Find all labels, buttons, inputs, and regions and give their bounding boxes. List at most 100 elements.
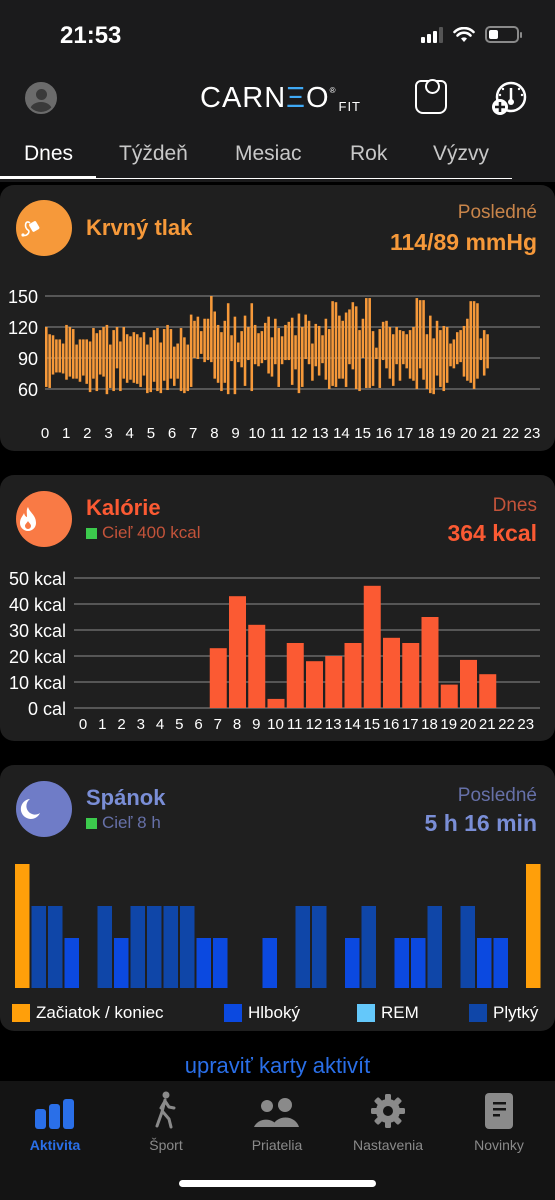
bp-reading-bar [105, 324, 109, 395]
bp-reading-bar [51, 335, 55, 375]
bp-reading-bar [280, 336, 284, 365]
bp-reading-bar [169, 329, 173, 379]
bp-reading-bar [466, 318, 469, 381]
calories-card[interactable]: Kalórie Cieľ 400 kcal Dnes 364 kcal 50 k… [0, 475, 555, 741]
bp-reading-bar [432, 338, 435, 395]
bp-reading-bar [348, 309, 351, 365]
gear-icon [338, 1091, 438, 1129]
tabbar-priatelia[interactable]: Priatelia [227, 1091, 327, 1153]
calories-x-tick: 17 [402, 716, 419, 733]
bp-reading-bar [365, 298, 368, 388]
bp-x-tick: 9 [231, 425, 239, 442]
legend-label: Hlboký [248, 1003, 300, 1022]
tab-vyzvy[interactable]: Výzvy [433, 142, 489, 166]
bp-reading-bar [71, 329, 75, 379]
tabbar-nastavenia[interactable]: Nastavenia [338, 1091, 438, 1153]
bp-reading-bar [408, 330, 412, 379]
bp-x-tick: 13 [312, 425, 329, 442]
bp-reading-bar [334, 302, 338, 387]
sleep-stage-bar-light [130, 906, 145, 988]
calories-bar [325, 656, 343, 708]
bp-reading-bar [240, 331, 243, 368]
bp-reading-bar [109, 344, 112, 388]
bp-reading-bar [149, 337, 152, 393]
calories-x-tick: 16 [383, 716, 400, 733]
bp-reading-bar [418, 300, 422, 369]
bp-x-tick: 10 [248, 425, 265, 442]
tabbar-sport[interactable]: Šport [116, 1091, 216, 1153]
sleep-stage-bar-deep [196, 938, 211, 988]
bp-reading-bar [425, 334, 429, 389]
bp-x-tick: 22 [502, 425, 519, 442]
bp-reading-bar [183, 337, 186, 394]
bp-reading-bar [257, 333, 260, 367]
friends-icon [227, 1091, 327, 1129]
bp-reading-bar [156, 328, 159, 392]
calories-y-tick: 10 kcal [9, 673, 66, 693]
bp-reading-bar [48, 334, 51, 388]
tabbar-label: Šport [149, 1137, 183, 1153]
bp-reading-bar [486, 334, 489, 369]
bp-reading-bar [439, 330, 442, 387]
calories-x-tick: 0 [79, 716, 87, 733]
calories-bar [479, 674, 497, 708]
legend-rem: REM [357, 1003, 419, 1023]
bp-reading-bar [196, 316, 200, 360]
calories-y-tick: 40 kcal [9, 595, 66, 615]
edit-activity-cards-link[interactable]: upraviť karty aktivít [0, 1053, 555, 1079]
sleep-card[interactable]: Spánok Cieľ 8 h Posledné 5 h 16 min Zači… [0, 765, 555, 1031]
bp-reading-bar [68, 327, 72, 377]
logo-text: CARN [200, 82, 287, 114]
calories-y-tick: 0 cal [28, 699, 66, 719]
bp-reading-bar [297, 313, 301, 394]
sleep-stage-bar-light [147, 906, 162, 988]
bp-x-tick: 0 [41, 425, 49, 442]
add-measurement-gauge-icon[interactable] [491, 80, 527, 116]
bp-reading-bar [294, 335, 297, 370]
bp-reading-bar [220, 332, 223, 392]
sleep-stage-bar-deep [394, 938, 409, 988]
calories-bar [286, 643, 304, 708]
tab-dnes[interactable]: Dnes [24, 142, 73, 166]
sleep-stage-bar-deep [411, 938, 426, 988]
calories-bar [344, 643, 362, 708]
body-scale-icon[interactable] [415, 79, 447, 114]
bp-reading-bar [351, 302, 355, 370]
bp-reading-bar [173, 346, 176, 386]
sleep-stage-bar-deep [477, 938, 492, 988]
profile-avatar-button[interactable] [25, 82, 57, 114]
tabbar-aktivita[interactable]: Aktivita [5, 1091, 105, 1153]
bp-reading-bar [476, 303, 479, 379]
sleep-stage-bar-light [427, 906, 442, 988]
carneo-fit-logo: CARNΞO®FIT [200, 82, 361, 115]
calories-bar [383, 637, 400, 708]
bp-reading-bar [321, 335, 324, 364]
blood-pressure-card[interactable]: Krvný tlak Posledné 114/89 mmHg 150 120 90… [0, 185, 555, 451]
calories-x-tick: 12 [306, 716, 323, 733]
bp-reading-bar [462, 325, 466, 377]
tab-rok[interactable]: Rok [350, 142, 387, 166]
bp-reading-bar [206, 318, 210, 361]
bp-reading-bar [199, 331, 203, 354]
legend-swatch [12, 1004, 30, 1022]
bp-x-tick: 1 [62, 425, 70, 442]
bp-reading-bar [146, 344, 149, 394]
bp-x-tick: 23 [524, 425, 541, 442]
sleep-stage-bar-light [48, 906, 63, 988]
tabbar-novinky[interactable]: Novinky [449, 1091, 549, 1153]
wifi-icon [453, 26, 475, 42]
calories-y-tick: 50 kcal [9, 569, 66, 589]
bp-reading-bar [445, 327, 449, 383]
bp-reading-bar [307, 320, 311, 365]
logo-reg: ® [329, 86, 337, 95]
calories-x-tick: 5 [175, 716, 183, 733]
calories-chart: 50 kcal 40 kcal 30 kcal 20 kcal 10 kcal 0 cal… [9, 569, 540, 733]
legend-label: REM [381, 1003, 419, 1022]
bp-reading-bar [358, 330, 361, 392]
tab-mesiac[interactable]: Mesiac [235, 142, 302, 166]
sleep-legend: Začiatok / koniec Hlboký REM Plytký [0, 1003, 555, 1027]
news-document-icon [449, 1091, 549, 1129]
bp-reading-bar [375, 347, 378, 360]
tab-tyzden[interactable]: Týždeň [119, 142, 188, 166]
sleep-stage-bar-start-end [15, 864, 30, 988]
